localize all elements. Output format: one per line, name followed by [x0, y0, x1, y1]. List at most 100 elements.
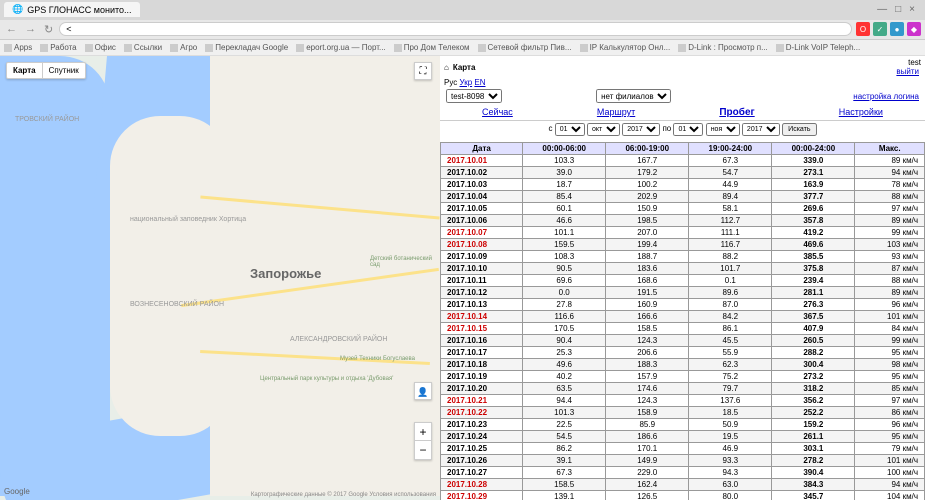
map-type-map[interactable]: Карта	[7, 63, 43, 78]
data-cell: 111.1	[689, 227, 772, 239]
data-cell: 356.2	[772, 395, 855, 407]
fullscreen-button[interactable]: ⛶	[414, 62, 432, 80]
data-cell: 158.9	[606, 407, 689, 419]
bookmark-item[interactable]: Перекладач Google	[205, 43, 288, 52]
bookmark-item[interactable]: Работа	[40, 43, 76, 52]
from-day-select[interactable]: 01	[555, 123, 585, 136]
ext-icon[interactable]: ◆	[907, 22, 921, 36]
city-label: Запорожье	[250, 266, 321, 281]
to-month-select[interactable]: ноя	[706, 123, 740, 136]
bookmark-item[interactable]: Apps	[4, 43, 32, 52]
date-cell: 2017.10.11	[441, 275, 523, 287]
from-month-select[interactable]: окт	[587, 123, 620, 136]
window-controls: — □ ×	[877, 4, 921, 15]
address-bar[interactable]: <	[59, 22, 852, 36]
table-row: 2017.10.22101.3158.918.5252.286 км/ч	[441, 407, 925, 419]
logout-link[interactable]: выйти	[896, 67, 919, 76]
table-row: 2017.10.28158.5162.463.0384.394 км/ч	[441, 479, 925, 491]
data-cell: 101.1	[523, 227, 606, 239]
date-cell: 2017.10.06	[441, 215, 523, 227]
data-cell: 22.5	[523, 419, 606, 431]
forward-button[interactable]: →	[23, 23, 38, 35]
home-icon[interactable]: ⌂	[444, 63, 449, 72]
data-cell: 158.5	[523, 479, 606, 491]
data-cell: 78 км/ч	[855, 179, 925, 191]
to-year-select[interactable]: 2017	[742, 123, 780, 136]
bookmark-item[interactable]: IP Калькулятор Онл...	[580, 43, 671, 52]
map-canvas[interactable]: Запорожье ТРОВСКИЙ РАЙОН национальный за…	[0, 56, 440, 500]
data-cell: 150.9	[606, 203, 689, 215]
maximize-button[interactable]: □	[895, 4, 901, 15]
data-cell: 94 км/ч	[855, 479, 925, 491]
table-row: 2017.10.08159.5199.4116.7469.6103 км/ч	[441, 239, 925, 251]
zoom-out-button[interactable]: −	[415, 441, 431, 459]
map-type-satellite[interactable]: Спутник	[43, 63, 85, 78]
bookmark-item[interactable]: Агро	[170, 43, 197, 52]
bookmark-item[interactable]: Про Дом Телеком	[394, 43, 470, 52]
data-cell: 60.1	[523, 203, 606, 215]
close-button[interactable]: ×	[909, 4, 915, 15]
data-cell: 303.1	[772, 443, 855, 455]
lang-en-link[interactable]: EN	[474, 78, 485, 87]
from-year-select[interactable]: 2017	[622, 123, 660, 136]
data-cell: 158.5	[606, 323, 689, 335]
lang-ukr-link[interactable]: Укр	[459, 78, 472, 87]
bookmark-item[interactable]: Офис	[85, 43, 116, 52]
date-cell: 2017.10.22	[441, 407, 523, 419]
table-row: 2017.10.0560.1150.958.1269.697 км/ч	[441, 203, 925, 215]
data-cell: 419.2	[772, 227, 855, 239]
bookmark-item[interactable]: Ссылки	[124, 43, 162, 52]
bookmark-item[interactable]: eport.org.ua — Порт...	[296, 43, 386, 52]
tab-settings[interactable]: Настройки	[839, 107, 883, 118]
data-cell: 179.2	[606, 167, 689, 179]
browser-tab[interactable]: 🌐 GPS ГЛОНАСС монито...	[4, 2, 140, 17]
date-range: с 01 окт 2017 по 01 ноя 2017	[440, 121, 925, 138]
poi-label: Музей Техники Богуслаева	[340, 356, 415, 362]
table-row: 2017.10.07101.1207.0111.1419.299 км/ч	[441, 227, 925, 239]
back-button[interactable]: ←	[4, 23, 19, 35]
reload-button[interactable]: ↻	[42, 23, 55, 36]
data-cell: 273.2	[772, 371, 855, 383]
bookmark-item[interactable]: Сетевой фильтр Пив...	[478, 43, 572, 52]
table-row: 2017.10.0318.7100.244.9163.978 км/ч	[441, 179, 925, 191]
date-cell: 2017.10.24	[441, 431, 523, 443]
to-day-select[interactable]: 01	[673, 123, 703, 136]
tab-mileage[interactable]: Пробег	[719, 107, 754, 118]
bookmark-favicon-icon	[394, 44, 402, 52]
vehicle-select[interactable]: test-8098	[446, 89, 502, 103]
tab-route[interactable]: Маршрут	[597, 107, 635, 118]
search-button[interactable]	[782, 123, 816, 136]
login-settings-link[interactable]: настройка логина	[853, 92, 919, 101]
bookmarks-bar: Apps Работа Офис Ссылки Агро Перекладач Googl…	[0, 40, 925, 56]
table-row: 2017.10.1849.6188.362.3300.498 км/ч	[441, 359, 925, 371]
ext-icon[interactable]: ✓	[873, 22, 887, 36]
opera-icon[interactable]: O	[856, 22, 870, 36]
data-cell: 69.6	[523, 275, 606, 287]
data-cell: 39.1	[523, 455, 606, 467]
data-cell: 18.7	[523, 179, 606, 191]
branch-select[interactable]: нет филиалов	[596, 89, 671, 103]
map-pane[interactable]: Запорожье ТРОВСКИЙ РАЙОН национальный за…	[0, 56, 440, 500]
data-cell: 186.6	[606, 431, 689, 443]
ext-icon[interactable]: ●	[890, 22, 904, 36]
data-cell: 390.4	[772, 467, 855, 479]
data-cell: 89 км/ч	[855, 155, 925, 167]
pegman-icon[interactable]: 👤	[414, 382, 432, 400]
zoom-in-button[interactable]: +	[415, 423, 431, 441]
minimize-button[interactable]: —	[877, 4, 887, 15]
data-cell: 469.6	[772, 239, 855, 251]
bookmark-item[interactable]: D-Link VoIP Teleph...	[776, 43, 860, 52]
table-row: 2017.10.2454.5186.619.5261.195 км/ч	[441, 431, 925, 443]
date-cell: 2017.10.10	[441, 263, 523, 275]
data-cell: 95 км/ч	[855, 371, 925, 383]
data-cell: 100 км/ч	[855, 467, 925, 479]
bookmark-item[interactable]: D-Link : Просмотр п...	[678, 43, 768, 52]
bookmark-favicon-icon	[85, 44, 93, 52]
data-cell: 103 км/ч	[855, 239, 925, 251]
tab-now[interactable]: Сейчас	[482, 107, 513, 118]
to-label: по	[662, 124, 671, 133]
data-cell: 124.3	[606, 335, 689, 347]
tab-title: GPS ГЛОНАСС монито...	[27, 5, 131, 15]
data-cell: 89 км/ч	[855, 287, 925, 299]
district-label: ТРОВСКИЙ РАЙОН	[15, 116, 79, 124]
